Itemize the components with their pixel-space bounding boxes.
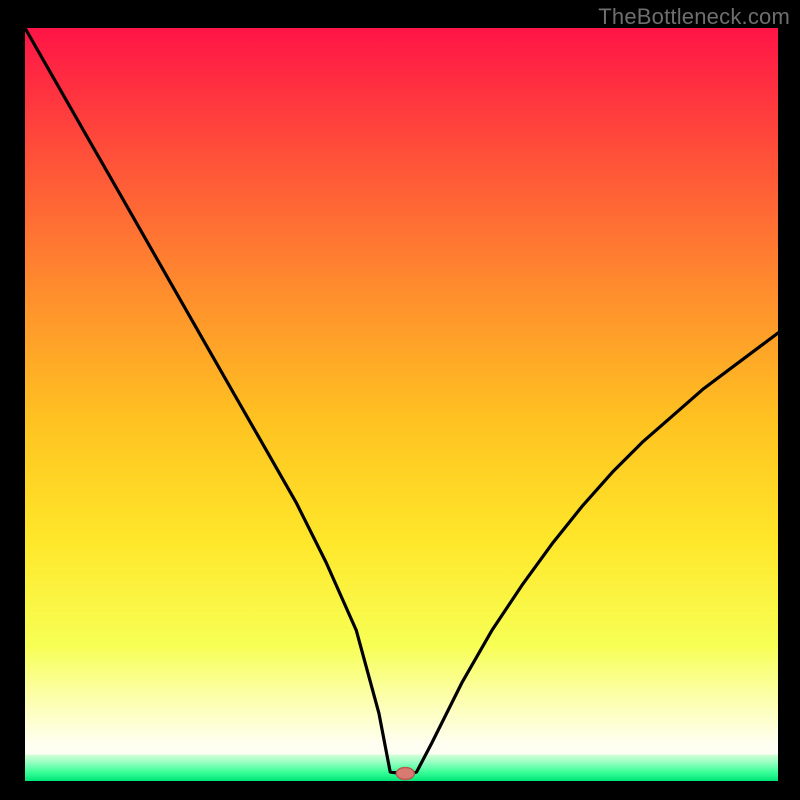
plot-area bbox=[25, 28, 778, 781]
bottleneck-chart bbox=[25, 28, 778, 781]
minimum-marker bbox=[396, 768, 414, 780]
chart-frame: TheBottleneck.com bbox=[0, 0, 800, 800]
gradient-background bbox=[25, 28, 778, 781]
watermark: TheBottleneck.com bbox=[598, 4, 790, 30]
